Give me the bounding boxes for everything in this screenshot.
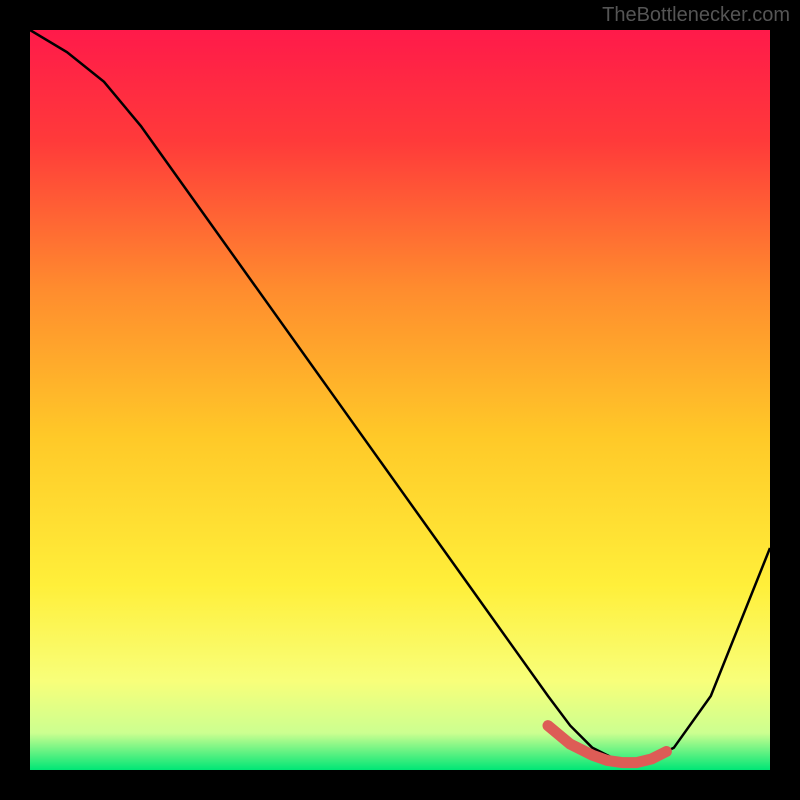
chart-svg	[30, 30, 770, 770]
watermark: TheBottlenecker.com	[602, 4, 790, 27]
gradient-background	[30, 30, 770, 770]
bottleneck-chart	[30, 30, 770, 770]
